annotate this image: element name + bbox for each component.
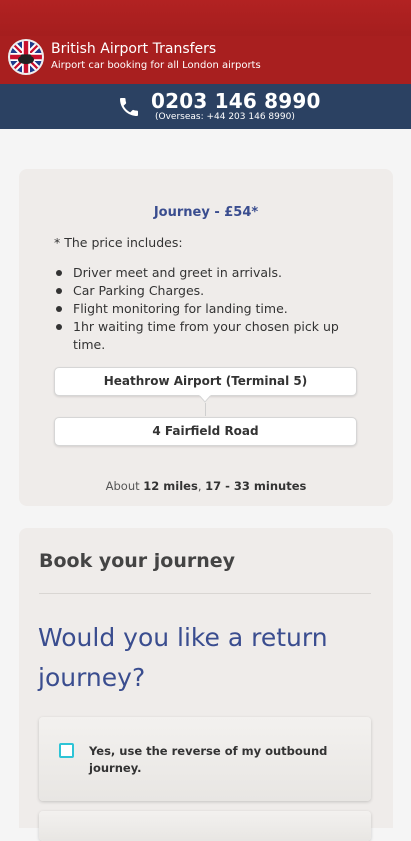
price-includes-list: Driver meet and greet in arrivals. Car P… bbox=[54, 264, 354, 354]
route-connector bbox=[205, 403, 206, 416]
overseas-phone: (Overseas: +44 203 146 8990) bbox=[155, 112, 295, 122]
distance-prefix: About bbox=[105, 479, 144, 493]
phone-bar[interactable]: 0203 146 8990 (Overseas: +44 203 146 899… bbox=[0, 84, 411, 129]
phone-number[interactable]: 0203 146 8990 bbox=[151, 89, 321, 113]
dropoff-location: 4 Fairfield Road bbox=[54, 417, 357, 446]
list-item: Flight monitoring for landing time. bbox=[54, 300, 354, 318]
return-option-next[interactable] bbox=[39, 811, 371, 841]
return-reverse-option[interactable]: Yes, use the reverse of my outbound jour… bbox=[39, 717, 371, 801]
brand-subtitle: Airport car booking for all London airpo… bbox=[51, 60, 261, 71]
list-item: Car Parking Charges. bbox=[54, 282, 354, 300]
distance-miles: 12 miles bbox=[143, 479, 198, 493]
price-includes-note: * The price includes: bbox=[54, 235, 183, 250]
distance-time: 17 - 33 minutes bbox=[205, 479, 307, 493]
list-item: 1hr waiting time from your chosen pick u… bbox=[54, 318, 354, 354]
journey-distance: About 12 miles, 17 - 33 minutes bbox=[19, 479, 393, 493]
journey-price-title: Journey - £54* bbox=[153, 205, 259, 220]
divider bbox=[39, 593, 371, 594]
brand-header: British Airport Transfers Airport car bo… bbox=[0, 36, 411, 84]
union-jack-logo-icon[interactable] bbox=[8, 39, 44, 75]
top-bar bbox=[0, 0, 411, 36]
return-reverse-checkbox[interactable] bbox=[59, 743, 74, 758]
booking-card: Book your journey Would you like a retur… bbox=[19, 528, 393, 841]
return-journey-question: Would you like a return journey? bbox=[38, 623, 328, 692]
caret-down-icon bbox=[199, 395, 211, 403]
phone-icon bbox=[117, 95, 141, 119]
brand-title[interactable]: British Airport Transfers bbox=[51, 41, 216, 57]
journey-summary-card: Journey - £54* * The price includes: Dri… bbox=[19, 169, 393, 506]
return-reverse-label[interactable]: Yes, use the reverse of my outbound jour… bbox=[89, 743, 339, 777]
pickup-location: Heathrow Airport (Terminal 5) bbox=[54, 367, 357, 396]
list-item: Driver meet and greet in arrivals. bbox=[54, 264, 354, 282]
booking-title: Book your journey bbox=[39, 550, 236, 572]
